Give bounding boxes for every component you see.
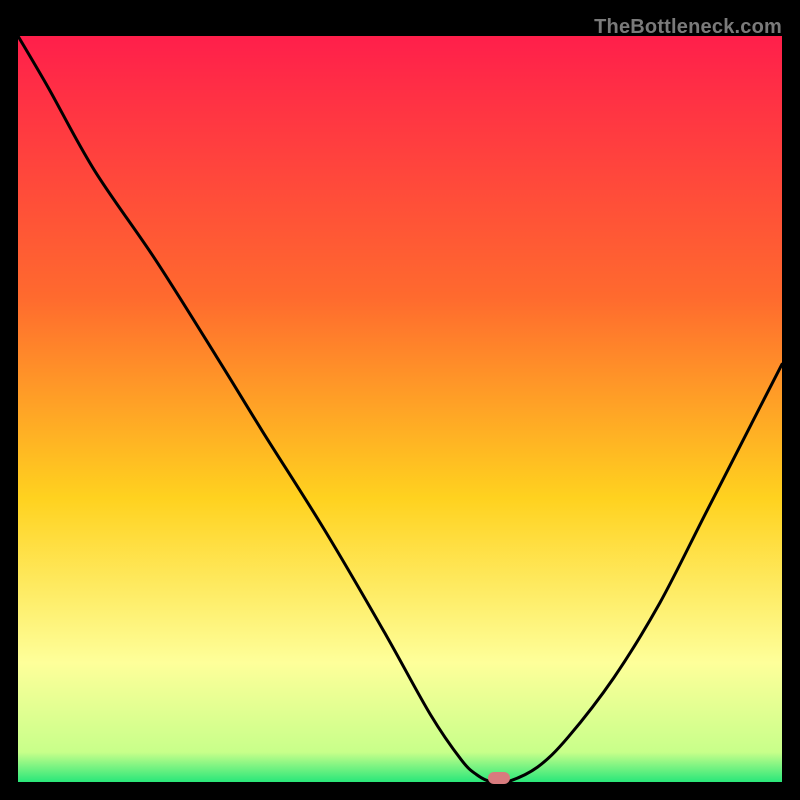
chart-plot-area xyxy=(18,36,782,782)
chart-svg xyxy=(18,36,782,782)
chart-frame: TheBottleneck.com xyxy=(18,18,782,782)
gradient-background xyxy=(18,36,782,782)
optimal-point-marker xyxy=(488,772,510,784)
